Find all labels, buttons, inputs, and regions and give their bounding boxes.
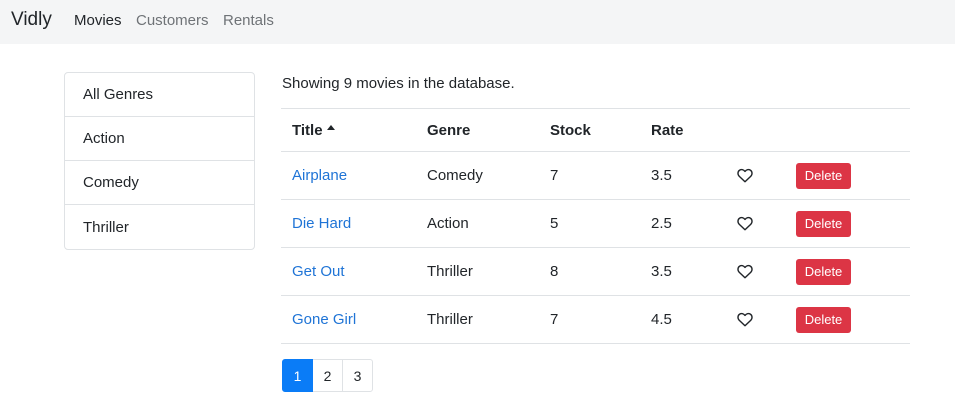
delete-cell: Delete [796,152,851,199]
movie-stock-cell: 5 [550,215,559,232]
movie-title-cell: Get Out [292,248,345,295]
movie-count-text: Showing 9 movies in the database. [282,75,515,92]
genre-item-thriller[interactable]: Thriller [65,205,254,249]
delete-cell: Delete [796,200,851,247]
movie-stock-cell: 7 [550,311,559,328]
movie-rate-cell: 4.5 [651,311,672,328]
delete-button[interactable]: Delete [796,210,851,237]
movie-rate-cell: 3.5 [651,263,672,280]
nav-link-movies[interactable]: Movies [74,12,122,29]
like-cell [737,296,753,343]
genre-item-action[interactable]: Action [65,117,254,161]
nav-link-customers[interactable]: Customers [136,12,209,29]
navbar: Vidly Movies Customers Rentals [0,0,955,44]
column-header-stock[interactable]: Stock [550,109,591,151]
heart-icon[interactable] [737,216,753,231]
column-header-rate[interactable]: Rate [651,109,684,151]
page-button-1[interactable]: 1 [282,359,313,392]
heart-icon[interactable] [737,264,753,279]
movie-title-cell: Gone Girl [292,296,356,343]
delete-cell: Delete [796,248,851,295]
movie-title-link[interactable]: Airplane [292,167,347,184]
movie-title-link[interactable]: Gone Girl [292,311,356,328]
like-cell [737,248,753,295]
genre-list: All Genres Action Comedy Thriller [64,72,255,250]
page-button-2[interactable]: 2 [312,359,343,392]
like-cell [737,200,753,247]
movies-table: Title Genre Stock Rate Airplane Comedy 7… [281,108,910,344]
delete-cell: Delete [796,296,851,343]
delete-button[interactable]: Delete [796,306,851,333]
sort-up-icon [326,124,335,130]
movie-title-cell: Airplane [292,152,347,199]
table-header-row: Title Genre Stock Rate [281,109,910,152]
movie-genre-cell: Thriller [427,263,473,280]
movie-stock-cell: 7 [550,167,559,184]
heart-icon[interactable] [737,312,753,327]
genre-item-comedy[interactable]: Comedy [65,161,254,205]
table-row: Gone Girl Thriller 7 4.5 Delete [281,296,910,344]
column-header-genre[interactable]: Genre [427,109,470,151]
brand-logo[interactable]: Vidly [11,9,52,31]
delete-button[interactable]: Delete [796,258,851,285]
table-row: Airplane Comedy 7 3.5 Delete [281,152,910,200]
movie-stock-cell: 8 [550,263,559,280]
column-header-title-label: Title [292,121,323,139]
movie-rate-cell: 2.5 [651,215,672,232]
movie-genre-cell: Action [427,215,469,232]
nav-link-rentals[interactable]: Rentals [223,12,274,29]
like-cell [737,152,753,199]
pagination: 1 2 3 [282,359,373,392]
column-header-title[interactable]: Title [292,109,335,151]
movie-title-link[interactable]: Get Out [292,263,345,280]
movie-rate-cell: 3.5 [651,167,672,184]
page-button-3[interactable]: 3 [342,359,373,392]
delete-button[interactable]: Delete [796,162,851,189]
movie-title-link[interactable]: Die Hard [292,215,351,232]
movie-genre-cell: Thriller [427,311,473,328]
heart-icon[interactable] [737,168,753,183]
movie-title-cell: Die Hard [292,200,351,247]
table-row: Die Hard Action 5 2.5 Delete [281,200,910,248]
movie-genre-cell: Comedy [427,167,483,184]
table-row: Get Out Thriller 8 3.5 Delete [281,248,910,296]
genre-item-all-genres[interactable]: All Genres [65,73,254,117]
